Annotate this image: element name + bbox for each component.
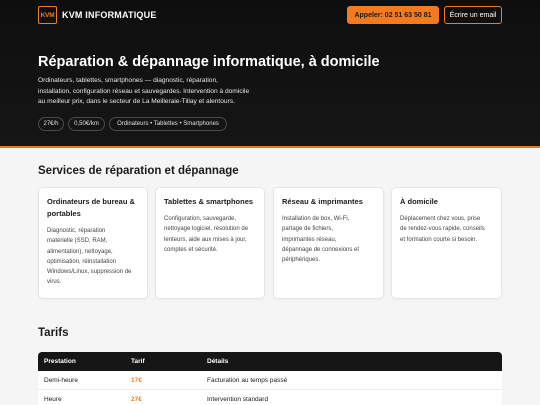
logo-icon[interactable]: KVM xyxy=(38,6,57,24)
cell-details: Facturation au temps passé xyxy=(207,377,288,384)
card-title: À domicile xyxy=(400,197,438,206)
column-header-prestation: Prestation xyxy=(44,358,76,365)
table-header: Prestation Tarif Détails xyxy=(38,352,502,371)
cell-prestation: Heure xyxy=(44,396,62,403)
card-body: Configuration, sauvegarde, nettoyage log… xyxy=(164,216,249,253)
card-title: Ordinateurs de bureau & portables xyxy=(47,197,135,218)
cell-prestation: Demi-heure xyxy=(44,377,78,384)
card-body: Déplacement chez vous, prise de rendez-v… xyxy=(400,216,485,243)
service-card-tablets: Tablettes & smartphones Configuration, s… xyxy=(155,187,265,299)
call-button[interactable]: Appeler: 02 51 63 50 81 xyxy=(347,6,439,24)
column-header-details: Détails xyxy=(207,358,229,365)
hero-divider xyxy=(0,146,540,148)
logo-text: KVM xyxy=(40,11,55,19)
chip-hourly-rate: 27€/h xyxy=(38,117,64,131)
card-title: Tablettes & smartphones xyxy=(164,197,254,206)
card-body: Installation de box, Wi-Fi, partage de f… xyxy=(282,216,360,264)
chip-devices: Ordinateurs • Tablettes • Smartphones xyxy=(109,117,227,131)
service-card-computers: Ordinateurs de bureau & portables Diagno… xyxy=(38,187,148,299)
service-card-home: À domicile Déplacement chez vous, prise … xyxy=(391,187,502,299)
page-title: Réparation & dépannage informatique, à d… xyxy=(38,54,380,70)
email-button[interactable]: Écrire un email xyxy=(444,6,502,24)
service-card-network: Réseau & imprimantes Installation de box… xyxy=(273,187,384,299)
hero-description-line: au meilleur prix, dans le secteur de La … xyxy=(38,98,235,105)
table-row: Heure 27€ Intervention standard xyxy=(38,390,502,405)
services-heading: Services de réparation et dépannage xyxy=(38,165,239,177)
column-header-tarif: Tarif xyxy=(131,358,145,365)
tarifs-heading: Tarifs xyxy=(38,327,69,339)
cell-details: Intervention standard xyxy=(207,396,269,403)
card-title: Réseau & imprimantes xyxy=(282,197,363,206)
chip-km-rate: 0,50€/km xyxy=(68,117,105,131)
card-body: Diagnostic, réparation matérielle (SSD, … xyxy=(47,228,132,286)
table-row: Demi-heure 17€ Facturation au temps pass… xyxy=(38,371,502,390)
hero-description-line: installation, configuration réseau et sa… xyxy=(38,88,250,95)
cell-tarif: 17€ xyxy=(131,377,142,384)
hero-description-line: Ordinateurs, tablettes, smartphones — di… xyxy=(38,77,218,84)
cell-tarif: 27€ xyxy=(131,396,142,403)
brand-name[interactable]: KVM INFORMATIQUE xyxy=(62,10,157,20)
